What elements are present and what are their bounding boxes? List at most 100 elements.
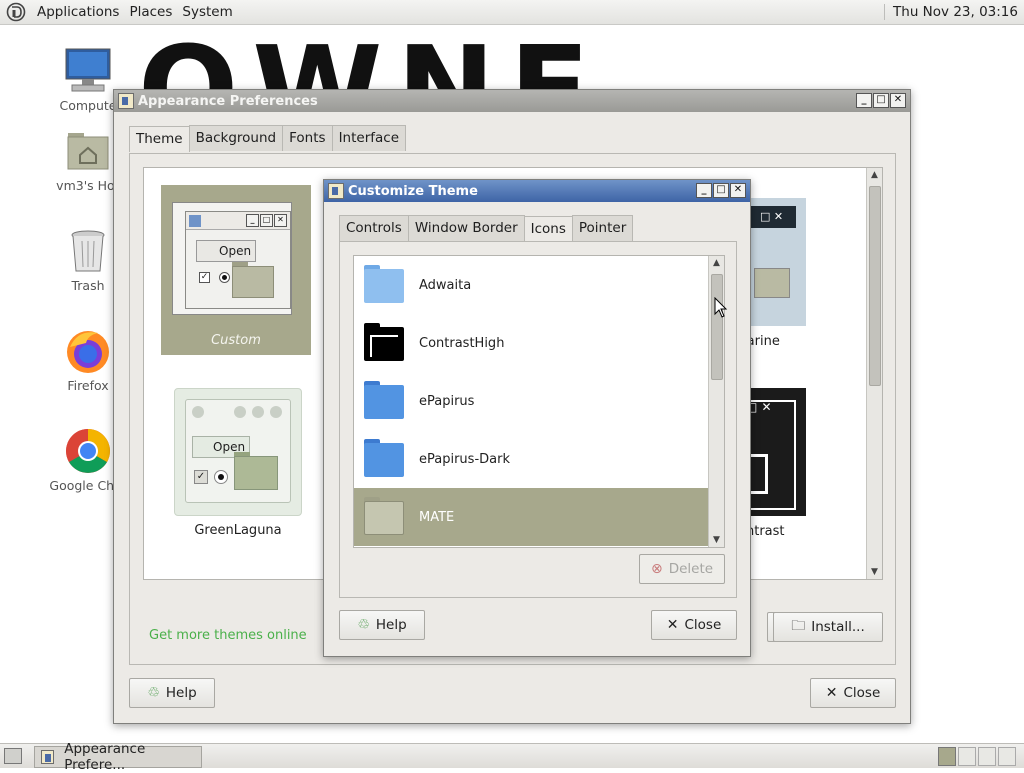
tab-fonts[interactable]: Fonts	[282, 125, 333, 151]
minimize-button[interactable]: _	[696, 183, 712, 198]
close-label: Close	[684, 617, 722, 633]
list-item[interactable]: ePapirus-Dark	[354, 430, 708, 488]
scroll-down-arrow-icon[interactable]: ▼	[709, 535, 724, 545]
menu-places[interactable]: Places	[124, 4, 177, 20]
install-label: Install...	[811, 619, 865, 635]
theme-contrast[interactable]: □ ✕ ntrast	[744, 388, 806, 539]
icon-theme-name: ePapirus-Dark	[419, 451, 510, 467]
icon-theme-name: MATE	[419, 509, 455, 525]
appearance-titlebar[interactable]: Appearance Preferences _ □ ✕	[114, 90, 910, 112]
folder-icon	[364, 265, 404, 303]
mini-radio	[219, 272, 230, 283]
customize-theme-dialog: Customize Theme _ □ ✕ Controls Window Bo…	[323, 179, 751, 657]
scroll-down-arrow-icon[interactable]: ▼	[867, 567, 882, 577]
tab-controls[interactable]: Controls	[339, 215, 409, 241]
theme-preview: _ □ ✕ Open ✓	[172, 202, 292, 315]
theme-preview: Open ✓	[174, 388, 302, 516]
folder-icon	[364, 439, 404, 477]
theme-custom[interactable]: _ □ ✕ Open ✓ Custom	[161, 185, 311, 355]
tab-background[interactable]: Background	[188, 125, 284, 151]
window-title: Appearance Preferences	[138, 93, 318, 109]
workspace-2[interactable]	[958, 747, 976, 766]
close-window-button[interactable]: ✕	[730, 183, 746, 198]
list-item-selected[interactable]: MATE	[354, 488, 708, 546]
icon-theme-name: ePapirus	[419, 393, 475, 409]
appearance-tabs: Theme Background Fonts Interface	[129, 125, 407, 152]
folder-icon	[364, 381, 404, 419]
mini-window: _ □ ✕ Open ✓	[185, 211, 291, 309]
tab-interface[interactable]: Interface	[331, 125, 407, 151]
list-item[interactable]: ePapirus	[354, 372, 708, 430]
chrome-icon	[64, 427, 112, 475]
preferences-icon	[41, 750, 55, 764]
customize-titlebar[interactable]: Customize Theme _ □ ✕	[324, 180, 750, 202]
computer-icon	[64, 47, 112, 95]
customize-tabs: Controls Window Border Icons Pointer	[339, 215, 634, 242]
trash-icon	[64, 227, 112, 275]
mate-logo-icon[interactable]	[6, 2, 26, 22]
workspace-3[interactable]	[978, 747, 996, 766]
tab-window-border[interactable]: Window Border	[407, 215, 525, 241]
tab-theme[interactable]: Theme	[129, 126, 190, 152]
theme-label: GreenLaguna	[194, 523, 282, 538]
maximize-button[interactable]: □	[873, 93, 889, 108]
dialog-title: Customize Theme	[348, 183, 478, 199]
close-button[interactable]: ✕ Close	[810, 678, 896, 708]
mini-checkbox: ✓	[199, 272, 210, 283]
folder-icon	[232, 262, 274, 298]
close-button[interactable]: ✕ Close	[651, 610, 737, 640]
taskbar-button-appearance[interactable]: Appearance Prefere...	[34, 741, 202, 773]
scroll-thumb[interactable]	[869, 186, 881, 386]
help-icon: ♲	[357, 617, 370, 633]
list-item[interactable]: ContrastHigh	[354, 314, 708, 372]
delete-button[interactable]: ⊗ Delete	[639, 554, 725, 584]
maximize-button[interactable]: □	[713, 183, 729, 198]
theme-greenlaguna[interactable]: Open ✓ GreenLaguna	[174, 388, 302, 538]
workspace-1[interactable]	[938, 747, 956, 766]
mouse-pointer-icon	[714, 297, 728, 318]
preferences-icon	[118, 93, 134, 109]
firefox-icon	[64, 327, 112, 375]
help-button[interactable]: ♲ Help	[339, 610, 425, 640]
mini-open-button: Open	[196, 240, 256, 262]
folder-icon	[364, 497, 404, 535]
show-desktop-icon[interactable]	[4, 748, 22, 764]
workspace-4[interactable]	[998, 747, 1016, 766]
theme-label: Custom	[211, 333, 261, 348]
close-window-button[interactable]: ✕	[890, 93, 906, 108]
clock[interactable]: Thu Nov 23, 03:16	[884, 4, 1018, 20]
list-item[interactable]: Adwaita	[354, 256, 708, 314]
scroll-up-arrow-icon[interactable]: ▲	[709, 258, 724, 268]
theme-label: ntrast	[746, 524, 785, 539]
icon-theme-name: ContrastHigh	[419, 335, 505, 351]
folder-icon	[234, 452, 278, 490]
theme-list-scrollbar[interactable]: ▲ ▼	[866, 168, 882, 579]
scroll-up-arrow-icon[interactable]: ▲	[867, 170, 882, 180]
theme-marine[interactable]: □ ✕ marine	[734, 198, 806, 349]
install-button[interactable]: 🗀 Install...	[773, 612, 883, 642]
help-icon: ♲	[147, 685, 160, 701]
close-icon: ✕	[825, 685, 838, 701]
menu-applications[interactable]: Applications	[32, 4, 124, 20]
close-label: Close	[843, 685, 881, 701]
close-icon: ✕	[666, 617, 679, 633]
preferences-icon	[328, 183, 344, 199]
icons-tab-page: Adwaita ContrastHigh ePapirus ePapirus-D…	[339, 241, 737, 598]
help-label: Help	[165, 685, 197, 701]
taskbar-button-label: Appearance Prefere...	[64, 741, 146, 773]
delete-label: Delete	[668, 561, 714, 577]
icon-theme-name: Adwaita	[419, 277, 472, 293]
help-button[interactable]: ♲ Help	[129, 678, 215, 708]
tab-icons[interactable]: Icons	[523, 216, 573, 242]
folder-icon: 🗀	[791, 618, 806, 634]
folder-icon	[364, 323, 404, 361]
menu-system[interactable]: System	[177, 4, 237, 20]
scroll-thumb[interactable]	[711, 274, 723, 380]
home-folder-icon	[64, 127, 112, 175]
bottom-panel: Appearance Prefere...	[0, 741, 1024, 773]
minimize-button[interactable]: _	[856, 93, 872, 108]
delete-icon: ⊗	[650, 561, 663, 577]
icon-theme-list[interactable]: Adwaita ContrastHigh ePapirus ePapirus-D…	[353, 255, 725, 548]
get-more-themes-link[interactable]: Get more themes online	[149, 628, 307, 643]
tab-pointer[interactable]: Pointer	[571, 215, 634, 241]
